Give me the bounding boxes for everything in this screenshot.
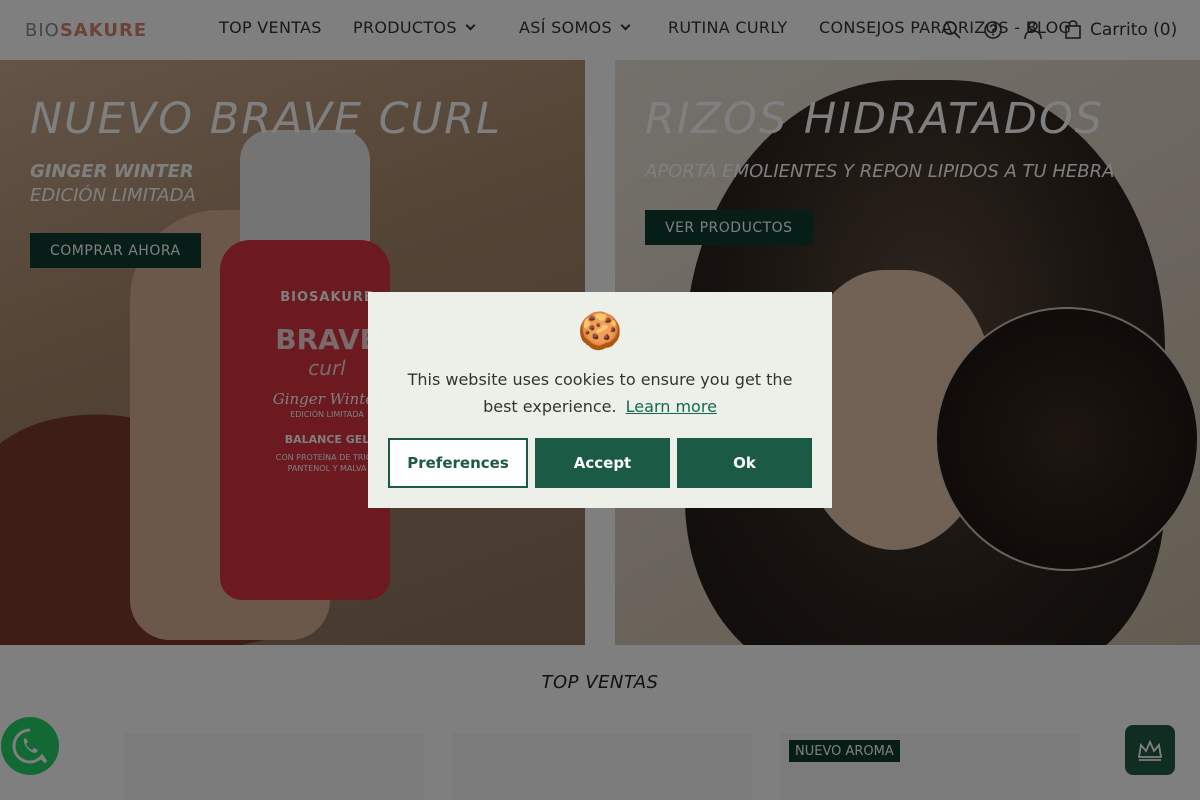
ok-button[interactable]: Ok	[677, 438, 812, 488]
cookie-message: This website uses cookies to ensure you …	[407, 370, 793, 416]
accept-button[interactable]: Accept	[535, 438, 670, 488]
learn-more-link[interactable]: Learn more	[626, 397, 717, 416]
cookie-consent-dialog: 🍪 This website uses cookies to ensure yo…	[368, 292, 832, 508]
cookie-message-container: This website uses cookies to ensure you …	[388, 366, 812, 420]
preferences-button[interactable]: Preferences	[388, 438, 528, 488]
cookie-icon: 🍪	[577, 311, 623, 352]
